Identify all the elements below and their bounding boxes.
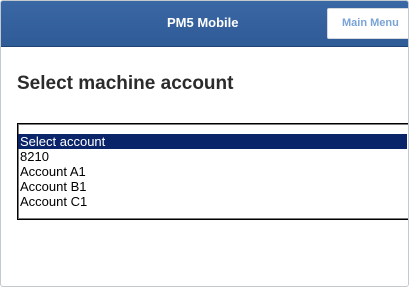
page-title: Select machine account <box>17 73 234 94</box>
app-frame: PM5 Mobile Main Menu Select machine acco… <box>0 0 409 287</box>
account-listbox[interactable]: Select account 8210 Account A1 Account B… <box>17 123 408 220</box>
account-option-8210[interactable]: 8210 <box>18 149 408 164</box>
account-option-a1[interactable]: Account A1 <box>18 164 408 179</box>
app-header: PM5 Mobile Main Menu <box>1 1 408 47</box>
app-title: PM5 Mobile <box>167 15 239 30</box>
main-menu-button[interactable]: Main Menu <box>327 8 408 39</box>
account-option-b1[interactable]: Account B1 <box>18 179 408 194</box>
account-option-c1[interactable]: Account C1 <box>18 194 408 209</box>
account-option-select-account[interactable]: Select account <box>18 134 407 149</box>
